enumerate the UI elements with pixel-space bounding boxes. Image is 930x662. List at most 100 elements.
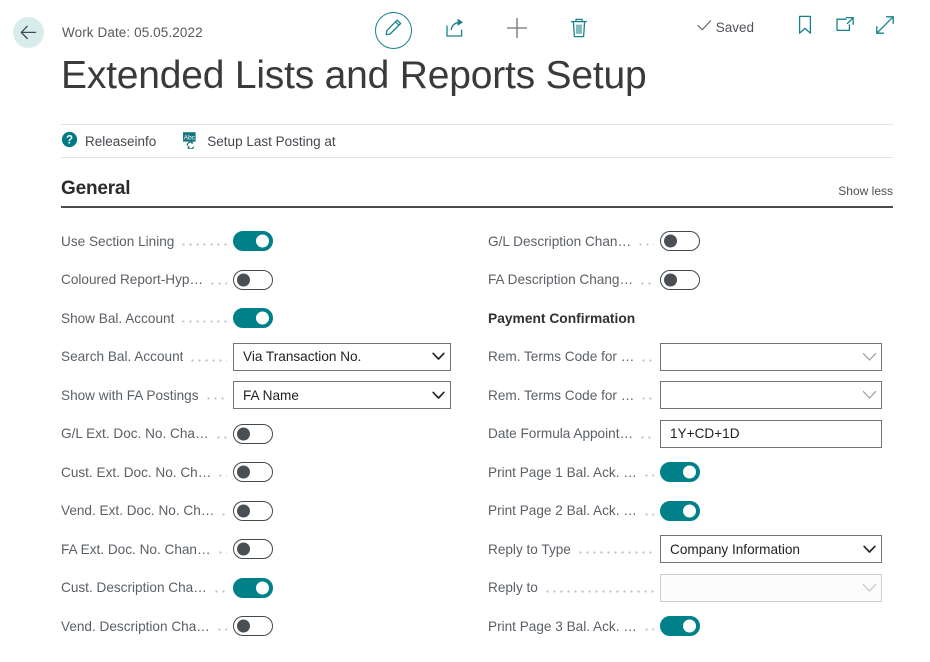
form-row-show-bal-account: Show Bal. Account — [61, 299, 461, 338]
toggle-cust-description-cha[interactable] — [233, 578, 273, 598]
field-label-vend-description-cha: Vend. Description Cha… — [61, 619, 210, 634]
toggle-knob — [664, 273, 677, 286]
section-title: General — [61, 178, 130, 200]
toggle-print-page-1-bal-ack[interactable] — [660, 462, 700, 482]
dotted-leader — [213, 581, 227, 595]
field-label-group: Print Page 1 Bal. Ack. … — [488, 465, 660, 480]
field-label-show-with-fa-postings: Show with FA Postings — [61, 388, 199, 403]
dotted-leader — [577, 542, 654, 556]
toggle-print-page-3-bal-ack[interactable] — [660, 616, 700, 636]
form-row-cust-ext-doc-no-ch: Cust. Ext. Doc. No. Ch… — [61, 453, 461, 492]
toggle-use-section-lining[interactable] — [233, 231, 273, 251]
lookup-field-rem-terms-code-for[interactable] — [660, 343, 882, 371]
toggle-knob — [664, 235, 677, 248]
field-label-vend-ext-doc-no-ch: Vend. Ext. Doc. No. Ch… — [61, 503, 214, 518]
form-row-g-l-description-chan: G/L Description Chan… — [488, 222, 888, 261]
chevron-down-icon — [857, 583, 881, 593]
saved-label: Saved — [716, 20, 754, 35]
ribbon-item-releaseinfo[interactable]: ? Releaseinfo — [61, 131, 156, 151]
field-label-group: Print Page 3 Bal. Ack. … — [488, 619, 660, 634]
select-search-bal-account[interactable]: Via Transaction No. — [233, 343, 451, 371]
field-label-rem-terms-code-for: Rem. Terms Code for … — [488, 388, 634, 403]
new-button[interactable] — [486, 10, 548, 50]
general-section-header: General Show less — [61, 178, 893, 208]
field-label-group: Reply to Type — [488, 542, 660, 557]
field-label-fa-description-chang: FA Description Chang… — [488, 272, 633, 287]
toggle-vend-description-cha[interactable] — [233, 616, 273, 636]
field-label-show-bal-account: Show Bal. Account — [61, 311, 174, 326]
text-input-date-formula-appoint[interactable]: 1Y+CD+1D — [660, 420, 882, 448]
open-in-new-window-button[interactable] — [834, 15, 856, 39]
field-label-group: Coloured Report-Hyp… — [61, 272, 233, 287]
toggle-knob — [256, 312, 269, 325]
field-label-group: FA Ext. Doc. No. Chan… — [61, 542, 233, 557]
field-value: Via Transaction No. — [234, 349, 426, 364]
center-action-group — [362, 10, 610, 50]
field-label-group: G/L Ext. Doc. No. Cha… — [61, 426, 233, 441]
field-label-coloured-report-hyp: Coloured Report-Hyp… — [61, 272, 203, 287]
bookmark-button[interactable] — [794, 15, 816, 39]
toggle-coloured-report-hyp[interactable] — [233, 270, 273, 290]
field-label-group: Show Bal. Account — [61, 311, 233, 326]
select-reply-to-type[interactable]: Company Information — [660, 535, 882, 563]
field-label-rem-terms-code-for: Rem. Terms Code for … — [488, 349, 634, 364]
field-label-group: Search Bal. Account — [61, 349, 233, 364]
dotted-leader — [209, 273, 227, 287]
page-title: Extended Lists and Reports Setup — [61, 56, 646, 95]
pencil-icon — [384, 18, 403, 42]
field-label-print-page-3-bal-ack: Print Page 3 Bal. Ack. … — [488, 619, 637, 634]
toggle-knob — [256, 581, 269, 594]
dotted-leader — [640, 350, 654, 364]
share-button[interactable] — [424, 10, 486, 50]
field-label-date-formula-appoint: Date Formula Appoint… — [488, 426, 633, 441]
field-label-group: Vend. Ext. Doc. No. Ch… — [61, 503, 233, 518]
field-label-cust-ext-doc-no-ch: Cust. Ext. Doc. No. Ch… — [61, 465, 211, 480]
field-label-cust-description-cha: Cust. Description Cha… — [61, 580, 207, 595]
form-row-g-l-ext-doc-no-cha: G/L Ext. Doc. No. Cha… — [61, 415, 461, 454]
chevron-down-icon — [426, 352, 450, 361]
toggle-show-bal-account[interactable] — [233, 308, 273, 328]
field-label-group: Date Formula Appoint… — [488, 426, 660, 441]
ribbon-item-setup-last-posting-at[interactable]: Abc Setup Last Posting at — [182, 131, 335, 152]
edit-button[interactable] — [362, 10, 424, 50]
field-value: Company Information — [661, 542, 857, 557]
toggle-g-l-ext-doc-no-cha[interactable] — [233, 424, 273, 444]
toggle-vend-ext-doc-no-ch[interactable] — [233, 501, 273, 521]
field-label-group: Cust. Description Cha… — [61, 580, 233, 595]
delete-button[interactable] — [548, 10, 610, 50]
toggle-cust-ext-doc-no-ch[interactable] — [233, 462, 273, 482]
show-less-link[interactable]: Show less — [838, 184, 893, 200]
lookup-field-rem-terms-code-for[interactable] — [660, 381, 882, 409]
work-date-label: Work Date: 05.05.2022 — [62, 25, 203, 40]
toggle-g-l-description-chan[interactable] — [660, 231, 700, 251]
dotted-leader — [643, 465, 654, 479]
fullscreen-button[interactable] — [874, 15, 896, 39]
arrow-left-icon — [20, 25, 37, 40]
lookup-field-reply-to — [660, 574, 882, 602]
field-label-print-page-2-bal-ack: Print Page 2 Bal. Ack. … — [488, 503, 637, 518]
field-value: 1Y+CD+1D — [661, 426, 881, 441]
toggle-fa-ext-doc-no-chan[interactable] — [233, 539, 273, 559]
toggle-knob — [237, 504, 250, 517]
toggle-knob — [683, 504, 696, 517]
toggle-fa-description-chang[interactable] — [660, 270, 700, 290]
toggle-print-page-2-bal-ack[interactable] — [660, 501, 700, 521]
back-button[interactable] — [13, 17, 44, 48]
form-row-print-page-3-bal-ack: Print Page 3 Bal. Ack. … — [488, 607, 888, 646]
dotted-leader — [217, 542, 227, 556]
toggle-knob — [237, 620, 250, 633]
form-row-search-bal-account: Search Bal. Account Via Transaction No. — [61, 338, 461, 377]
bookmark-icon — [798, 15, 812, 40]
form-row-fa-ext-doc-no-chan: FA Ext. Doc. No. Chan… — [61, 530, 461, 569]
plus-icon — [505, 16, 529, 45]
form-row-rem-terms-code-for: Rem. Terms Code for … — [488, 338, 888, 377]
form-row-coloured-report-hyp: Coloured Report-Hyp… — [61, 261, 461, 300]
field-label-group: Show with FA Postings — [61, 388, 233, 403]
svg-text:?: ? — [66, 135, 73, 147]
dotted-leader — [220, 504, 227, 518]
form-row-reply-to-type: Reply to TypeCompany Information — [488, 530, 888, 569]
dotted-leader — [205, 388, 227, 402]
page-root: Work Date: 05.05.2022 — [0, 0, 930, 662]
field-label-search-bal-account: Search Bal. Account — [61, 349, 183, 364]
select-show-with-fa-postings[interactable]: FA Name — [233, 381, 451, 409]
